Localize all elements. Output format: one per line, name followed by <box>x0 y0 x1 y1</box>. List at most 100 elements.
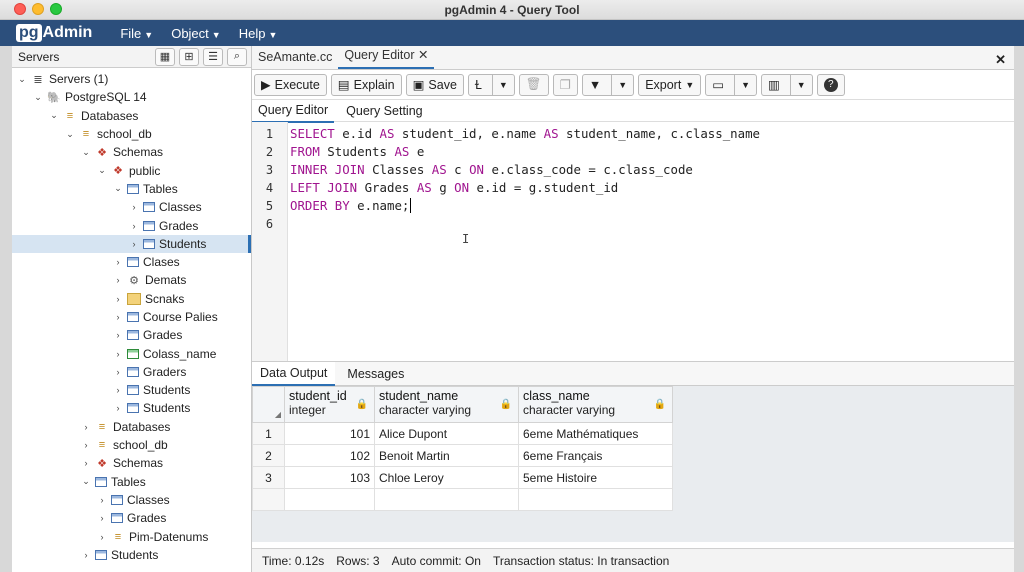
tree-node[interactable]: › Students <box>12 546 251 564</box>
sql-editor[interactable]: 1 2 3 4 5 6 SELECT e.id AS student_id, e.name… <box>252 122 1014 362</box>
menu-file[interactable]: File ▼ <box>120 26 153 41</box>
chevron-down-icon[interactable]: ⌄ <box>80 147 92 158</box>
cell-student-name[interactable]: Alice Dupont <box>374 422 519 445</box>
properties-button[interactable]: ▦ <box>155 47 175 66</box>
cell-class-name[interactable]: 5eme Histoire <box>518 466 673 489</box>
tree-node[interactable]: › ❖ Schemas <box>12 454 251 472</box>
chevron-right-icon[interactable]: › <box>128 202 140 212</box>
row-number[interactable]: 2 <box>252 444 285 467</box>
chevron-right-icon[interactable]: › <box>96 495 108 505</box>
column-header-student-name[interactable]: student_name character varying 🔒 <box>374 386 519 423</box>
menu-help[interactable]: Help ▼ <box>239 26 278 41</box>
cell-class-name[interactable]: 6eme Mathématiques <box>518 422 673 445</box>
chevron-right-icon[interactable]: › <box>112 385 124 395</box>
column-header-student-id[interactable]: student_id integer 🔒 <box>284 386 375 423</box>
view-data-button[interactable]: ⊞ <box>179 47 199 66</box>
table-row[interactable]: 1 101 Alice Dupont 6eme Mathématiques <box>252 422 673 445</box>
chevron-right-icon[interactable]: › <box>112 367 124 377</box>
tree-node[interactable]: › Grades <box>12 326 251 344</box>
tree-node[interactable]: ⌄ ❖ public <box>12 161 251 179</box>
close-tab-icon[interactable]: ✕ <box>418 48 428 62</box>
tree-node[interactable]: › Scnaks <box>12 290 251 308</box>
tree-node[interactable]: ⌄ ❖ Schemas <box>12 143 251 161</box>
chevron-down-icon[interactable]: ⌄ <box>96 165 108 176</box>
chevron-right-icon[interactable]: › <box>80 458 92 468</box>
sql-code[interactable]: SELECT e.id AS student_id, e.name AS stu… <box>288 122 760 361</box>
tree-node[interactable]: › Students <box>12 381 251 399</box>
column-header-class-name[interactable]: class_name character varying 🔒 <box>518 386 673 423</box>
chevron-right-icon[interactable]: › <box>112 294 124 304</box>
tree-node[interactable]: › Graders <box>12 363 251 381</box>
tree-node[interactable]: ⌄ Tables <box>12 180 251 198</box>
table-row[interactable]: 2 102 Benoit Martin 6eme Français <box>252 444 673 467</box>
tree-node[interactable]: ⌄ ≡ school_db <box>12 125 251 143</box>
tree-node[interactable]: › ⚙ Demats <box>12 271 251 289</box>
tab-query-editor[interactable]: Query Editor ✕ <box>338 47 435 69</box>
chevron-down-icon[interactable]: ⌄ <box>16 74 28 85</box>
tree-node[interactable]: › Colass_name <box>12 344 251 362</box>
chevron-right-icon[interactable]: › <box>112 275 124 285</box>
tree-node[interactable]: › Clases <box>12 253 251 271</box>
tab-messages[interactable]: Messages <box>339 363 412 385</box>
chevron-right-icon[interactable]: › <box>80 422 92 432</box>
menu-object[interactable]: Object ▼ <box>171 26 221 41</box>
view-dropdown[interactable]: ▭ ▼ <box>705 73 757 96</box>
explain-button[interactable]: ▤ Explain <box>330 73 402 96</box>
chevron-right-icon[interactable]: › <box>96 532 108 542</box>
search-button[interactable]: ⌕ <box>227 47 247 66</box>
row-number[interactable]: 1 <box>252 422 285 445</box>
tree-node[interactable]: › Students <box>12 399 251 417</box>
copy-button[interactable]: ❐ <box>552 73 578 96</box>
tree-node[interactable]: › ≡ Pim-Datenums <box>12 527 251 545</box>
select-all-cell[interactable]: ◢ <box>252 386 285 423</box>
subtab-query-editor[interactable]: Query Editor <box>252 99 335 123</box>
tree-node[interactable]: ⌄ Tables <box>12 473 251 491</box>
chevron-right-icon[interactable]: › <box>112 257 124 267</box>
tree-node[interactable]: › Classes <box>12 491 251 509</box>
subtab-query-setting[interactable]: Query Setting <box>340 100 428 122</box>
query-tool-button[interactable]: ☰ <box>203 47 223 66</box>
chevron-right-icon[interactable]: › <box>80 440 92 450</box>
tree-node[interactable]: › Grades <box>12 509 251 527</box>
cell-student-name[interactable]: Benoit Martin <box>374 444 519 467</box>
tree-node[interactable]: ⌄ ≣ Servers (1) <box>12 70 251 88</box>
chevron-right-icon[interactable]: › <box>112 330 124 340</box>
chevron-down-icon[interactable]: ⌄ <box>112 183 124 194</box>
export-dropdown[interactable]: Export ▼ <box>638 73 702 96</box>
macros-dropdown[interactable]: ▥ ▼ <box>760 73 813 96</box>
chevron-right-icon[interactable]: › <box>128 239 140 249</box>
tab-seamante[interactable]: SeAmante.cc <box>252 50 338 69</box>
chevron-right-icon[interactable]: › <box>96 513 108 523</box>
tree-node[interactable]: › ≡ Databases <box>12 418 251 436</box>
edit-dropdown[interactable]: Ɫ ▼ <box>467 73 515 96</box>
save-button[interactable]: ▣ Save <box>405 73 464 96</box>
tree-node[interactable]: › Grades <box>12 216 251 234</box>
tree-node[interactable]: ⌄ ≡ Databases <box>12 107 251 125</box>
chevron-down-icon[interactable]: ⌄ <box>48 110 60 121</box>
delete-button[interactable]: 🗑 <box>518 73 549 96</box>
tree-node[interactable]: › Course Palies <box>12 308 251 326</box>
row-number[interactable]: 3 <box>252 466 285 489</box>
chevron-right-icon[interactable]: › <box>112 403 124 413</box>
chevron-down-icon[interactable]: ⌄ <box>32 92 44 103</box>
execute-button[interactable]: ▶ Execute <box>254 73 327 96</box>
cell-student-id[interactable]: 101 <box>284 422 375 445</box>
chevron-right-icon[interactable]: › <box>112 312 124 322</box>
tab-data-output[interactable]: Data Output <box>252 361 336 386</box>
close-panel-icon[interactable]: ✕ <box>995 52 1006 68</box>
cell-student-id[interactable]: 103 <box>284 466 375 489</box>
chevron-right-icon[interactable]: › <box>128 221 140 231</box>
tree-node[interactable]: › Classes <box>12 198 251 216</box>
tree-node[interactable]: › Students <box>12 234 251 253</box>
chevron-down-icon[interactable]: ⌄ <box>64 129 76 140</box>
cell-student-name[interactable]: Chloe Leroy <box>374 466 519 489</box>
cell-class-name[interactable]: 6eme Français <box>518 444 673 467</box>
cell-student-id[interactable]: 102 <box>284 444 375 467</box>
chevron-right-icon[interactable]: › <box>80 550 92 560</box>
table-row[interactable]: 3 103 Chloe Leroy 5eme Histoire <box>252 466 673 489</box>
tree-node[interactable]: ⌄ 🐘 PostgreSQL 14 <box>12 88 251 106</box>
filter-dropdown[interactable]: ▼ ▼ <box>581 73 635 96</box>
help-button[interactable]: ? <box>816 73 845 96</box>
tree-node[interactable]: › ≡ school_db <box>12 436 251 454</box>
chevron-right-icon[interactable]: › <box>112 349 124 359</box>
